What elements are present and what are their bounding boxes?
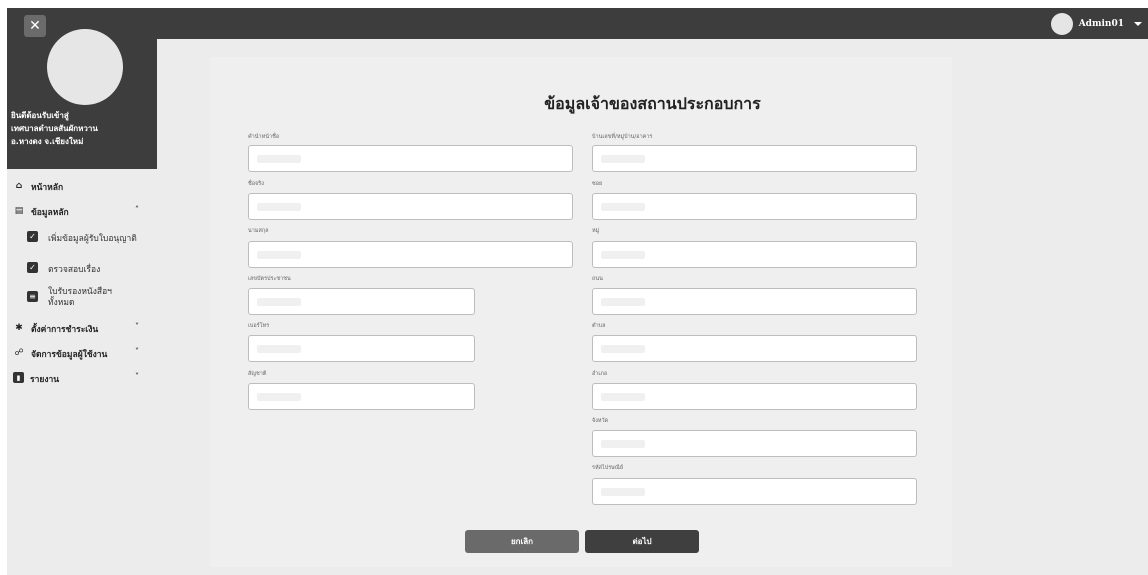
home-icon: ⌂: [15, 181, 23, 191]
sidebar: ✕ ยินดีต้อนรับเข้าสู่ เทศบาลตำบลสันผักหว…: [7, 8, 157, 575]
field-label-soi: ซอย: [592, 181, 603, 187]
database-icon: ▤: [14, 206, 24, 216]
cancel-button[interactable]: ยกเลิก: [465, 530, 579, 553]
user-name: Admin01: [1078, 18, 1124, 29]
sidebar-item-user-management[interactable]: ☍ จัดการข้อมูลผู้ใช้งาน ˅: [7, 347, 157, 361]
field-label-phone: เบอร์โทร: [248, 323, 270, 329]
next-button[interactable]: ต่อไป: [585, 530, 699, 553]
road-field[interactable]: [592, 288, 917, 315]
id-card-field[interactable]: [248, 288, 475, 315]
sidebar-welcome-text: ยินดีต้อนรับเข้าสู่ เทศบาลตำบลสันผักหวาน…: [11, 111, 98, 146]
field-label-postcode: รหัสไปรษณีย์: [592, 465, 624, 471]
soi-field[interactable]: [592, 193, 917, 220]
field-label-district: อำเภอ: [592, 371, 608, 377]
check-square-icon: ✓: [27, 262, 38, 273]
field-label-nationality: สัญชาติ: [248, 371, 267, 377]
document-list-icon: ≡: [27, 291, 38, 302]
sidebar-item-review[interactable]: ✓ ตรวจสอบเรื่อง: [7, 262, 157, 276]
field-label-moo: หมู่: [592, 228, 600, 234]
field-label-title-prefix: คำนำหน้าชื่อ: [248, 134, 280, 140]
field-label-province: จังหวัด: [592, 418, 609, 424]
field-label-id-card: เลขบัตรประชาชน: [248, 276, 291, 282]
field-label-subdistrict: ตำบล: [592, 323, 606, 329]
province-field[interactable]: [592, 430, 917, 457]
user-menu[interactable]: Admin01: [1050, 8, 1148, 39]
check-square-icon: ✓: [27, 231, 38, 242]
sidebar-item-add-licensee[interactable]: ✓ เพิ่มข้อมูลผู้รับใบอนุญาติ: [7, 231, 157, 245]
report-icon: ▮: [13, 372, 24, 383]
moo-field[interactable]: [592, 241, 917, 268]
chevron-down-icon: ˅: [135, 347, 139, 356]
nationality-field[interactable]: [248, 383, 475, 410]
chevron-up-icon: ˄: [135, 205, 139, 214]
top-bar: Admin01: [157, 8, 1148, 39]
logo: [47, 29, 123, 105]
chevron-down-icon: ˅: [135, 322, 139, 331]
avatar: [1050, 12, 1073, 35]
sidebar-item-payment-settings[interactable]: ✱ ตั้งค่าการชำระเงิน ˅: [7, 322, 157, 336]
sidebar-item-report[interactable]: ▮ รายงาน ˅: [7, 372, 157, 386]
gear-icon: ✱: [15, 323, 23, 333]
field-label-first-name: ชื่อจริง: [248, 181, 264, 187]
caret-down-icon: [1134, 21, 1142, 26]
first-name-field[interactable]: [248, 193, 573, 220]
sidebar-item-certificates[interactable]: ≡ ใบรับรองหนังสือฯ ทั้งหมด: [7, 287, 157, 309]
chevron-down-icon: ˅: [135, 372, 139, 381]
users-icon: ☍: [14, 348, 24, 358]
district-field[interactable]: [592, 383, 917, 410]
subdistrict-field[interactable]: [592, 335, 917, 362]
last-name-field[interactable]: [248, 241, 573, 268]
sidebar-item-home[interactable]: ⌂ หน้าหลัก: [7, 180, 157, 194]
field-label-house-no: บ้านเลขที่/หมู่บ้าน/อาคาร: [592, 134, 653, 140]
title-prefix-field[interactable]: [248, 145, 573, 172]
sidebar-item-master-data[interactable]: ▤ ข้อมูลหลัก ˄: [7, 205, 157, 219]
phone-field[interactable]: [248, 335, 475, 362]
field-label-last-name: นามสกุล: [248, 228, 269, 234]
page-title: ข้อมูลเจ้าของสถานประกอบการ: [544, 94, 761, 113]
postcode-field[interactable]: [592, 478, 917, 505]
field-label-road: ถนน: [592, 276, 603, 282]
close-icon[interactable]: ✕: [24, 15, 46, 37]
house-no-field[interactable]: [592, 145, 917, 172]
sidebar-header: ✕ ยินดีต้อนรับเข้าสู่ เทศบาลตำบลสันผักหว…: [7, 8, 157, 169]
